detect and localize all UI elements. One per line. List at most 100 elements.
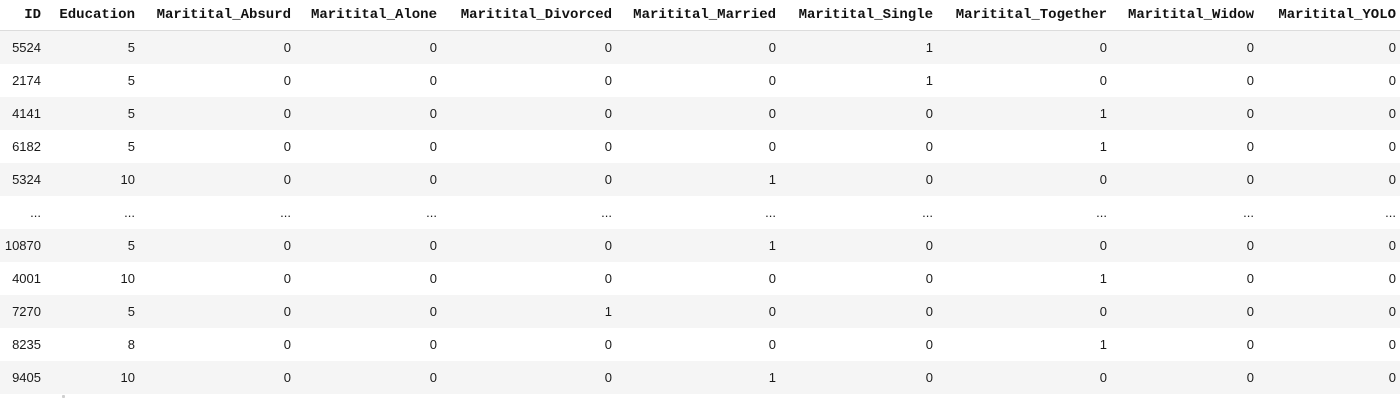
dataframe-output: ID Education Maritital_Absurd Maritital_… xyxy=(0,0,1400,394)
table-row: 8235 8 0 0 0 0 0 1 0 0 xyxy=(0,328,1400,361)
table-cell: 0 xyxy=(429,172,437,187)
column-header-maritital-widow: Maritital_Widow xyxy=(1111,0,1258,31)
table-cell: 0 xyxy=(429,73,437,88)
table-cell: 0 xyxy=(768,73,776,88)
table-cell: 0 xyxy=(283,73,291,88)
table-cell: 0 xyxy=(604,370,612,385)
table-cell: 0 xyxy=(768,139,776,154)
table-cell: 0 xyxy=(768,304,776,319)
table-cell: ... xyxy=(765,205,776,220)
table-cell: 1 xyxy=(1099,337,1107,352)
table-cell: ... xyxy=(426,205,437,220)
table-cell: ... xyxy=(1096,205,1107,220)
table-cell: 5 xyxy=(127,238,135,253)
table-cell: 0 xyxy=(429,370,437,385)
table-row: 5524 5 0 0 0 0 1 0 0 0 xyxy=(0,30,1400,64)
table-cell: 0 xyxy=(1246,337,1254,352)
column-header-education: Education xyxy=(45,0,139,31)
table-cell: 0 xyxy=(283,40,291,55)
column-header-maritital-married: Maritital_Married xyxy=(616,0,780,31)
table-cell: ... xyxy=(124,205,135,220)
table-cell: 0 xyxy=(1099,40,1107,55)
table-cell: 0 xyxy=(925,370,933,385)
table-cell: 0 xyxy=(283,139,291,154)
table-cell: 0 xyxy=(1388,172,1396,187)
table-cell: 0 xyxy=(1246,304,1254,319)
table-cell: 0 xyxy=(429,304,437,319)
table-row: 10870 5 0 0 0 1 0 0 0 0 xyxy=(0,229,1400,262)
table-cell: 0 xyxy=(768,40,776,55)
table-cell: 0 xyxy=(1246,238,1254,253)
table-cell: 0 xyxy=(1388,370,1396,385)
table-cell: 1 xyxy=(768,370,776,385)
table-row: 4141 5 0 0 0 0 0 1 0 0 xyxy=(0,97,1400,130)
table-cell: 0 xyxy=(604,73,612,88)
table-cell: 10 xyxy=(120,370,135,385)
index-cell: 4001 xyxy=(12,271,41,286)
table-cell: 5 xyxy=(127,304,135,319)
table-cell: 8 xyxy=(127,337,135,352)
table-cell: 0 xyxy=(1246,40,1254,55)
table-row: 4001 10 0 0 0 0 0 1 0 0 xyxy=(0,262,1400,295)
table-cell: 0 xyxy=(1099,304,1107,319)
index-cell: 2174 xyxy=(12,73,41,88)
table-cell: 0 xyxy=(1099,370,1107,385)
table-cell: ... xyxy=(601,205,612,220)
column-header-maritital-alone: Maritital_Alone xyxy=(295,0,441,31)
table-cell: 0 xyxy=(768,106,776,121)
table-cell: 0 xyxy=(429,337,437,352)
table-cell: 0 xyxy=(283,238,291,253)
table-cell: 0 xyxy=(604,337,612,352)
table-cell: 0 xyxy=(1388,238,1396,253)
table-cell: 0 xyxy=(429,106,437,121)
index-cell: 5324 xyxy=(12,172,41,187)
table-cell: 1 xyxy=(1099,106,1107,121)
table-body: 5524 5 0 0 0 0 1 0 0 0 2174 5 0 0 0 0 1 0 0 0 4141 5 0 0 0 0 0 1 0 0 6… xyxy=(0,30,1400,394)
table-cell: 0 xyxy=(768,271,776,286)
table-cell: 0 xyxy=(283,370,291,385)
table-cell: 0 xyxy=(283,304,291,319)
table-cell: 0 xyxy=(1388,337,1396,352)
table-cell: 0 xyxy=(429,238,437,253)
table-cell: 0 xyxy=(1388,40,1396,55)
table-cell: 5 xyxy=(127,73,135,88)
table-cell: 10 xyxy=(120,271,135,286)
table-row: 2174 5 0 0 0 0 1 0 0 0 xyxy=(0,64,1400,97)
table-cell: 0 xyxy=(1099,238,1107,253)
table-cell: 0 xyxy=(1388,139,1396,154)
table-cell: 0 xyxy=(1099,172,1107,187)
table-cell: 5 xyxy=(127,106,135,121)
table-cell: 0 xyxy=(1388,106,1396,121)
table-cell: 0 xyxy=(925,106,933,121)
table-cell: ... xyxy=(922,205,933,220)
table-cell: 5 xyxy=(127,139,135,154)
table-cell: 0 xyxy=(604,271,612,286)
table-cell: 0 xyxy=(604,238,612,253)
table-cell: 0 xyxy=(1246,370,1254,385)
table-cell: 0 xyxy=(768,337,776,352)
table-cell: 1 xyxy=(1099,271,1107,286)
column-header-maritital-yolo: Maritital_YOLO xyxy=(1258,0,1400,31)
table-cell: 5 xyxy=(127,40,135,55)
table-cell: 1 xyxy=(768,238,776,253)
table-cell: 0 xyxy=(1388,304,1396,319)
table-cell: 0 xyxy=(1388,271,1396,286)
column-header-maritital-absurd: Maritital_Absurd xyxy=(139,0,295,31)
index-cell: 10870 xyxy=(4,238,41,253)
table-cell: 0 xyxy=(1246,106,1254,121)
table-row: 5324 10 0 0 0 1 0 0 0 0 xyxy=(0,163,1400,196)
header-row: ID Education Maritital_Absurd Maritital_… xyxy=(0,0,1400,31)
table-cell: 0 xyxy=(283,172,291,187)
table-cell: 0 xyxy=(283,337,291,352)
index-cell: 9405 xyxy=(12,370,41,385)
table-cell: 0 xyxy=(1388,73,1396,88)
ellipsis-row: .............................. xyxy=(0,196,1400,229)
table-cell: 0 xyxy=(604,172,612,187)
scroll-hint-mark xyxy=(62,395,65,398)
table-cell: 1 xyxy=(925,40,933,55)
table-cell: 0 xyxy=(429,40,437,55)
index-cell: 7270 xyxy=(12,304,41,319)
dataframe-table: ID Education Maritital_Absurd Maritital_… xyxy=(0,0,1400,394)
table-cell: 1 xyxy=(925,73,933,88)
table-cell: 0 xyxy=(925,238,933,253)
